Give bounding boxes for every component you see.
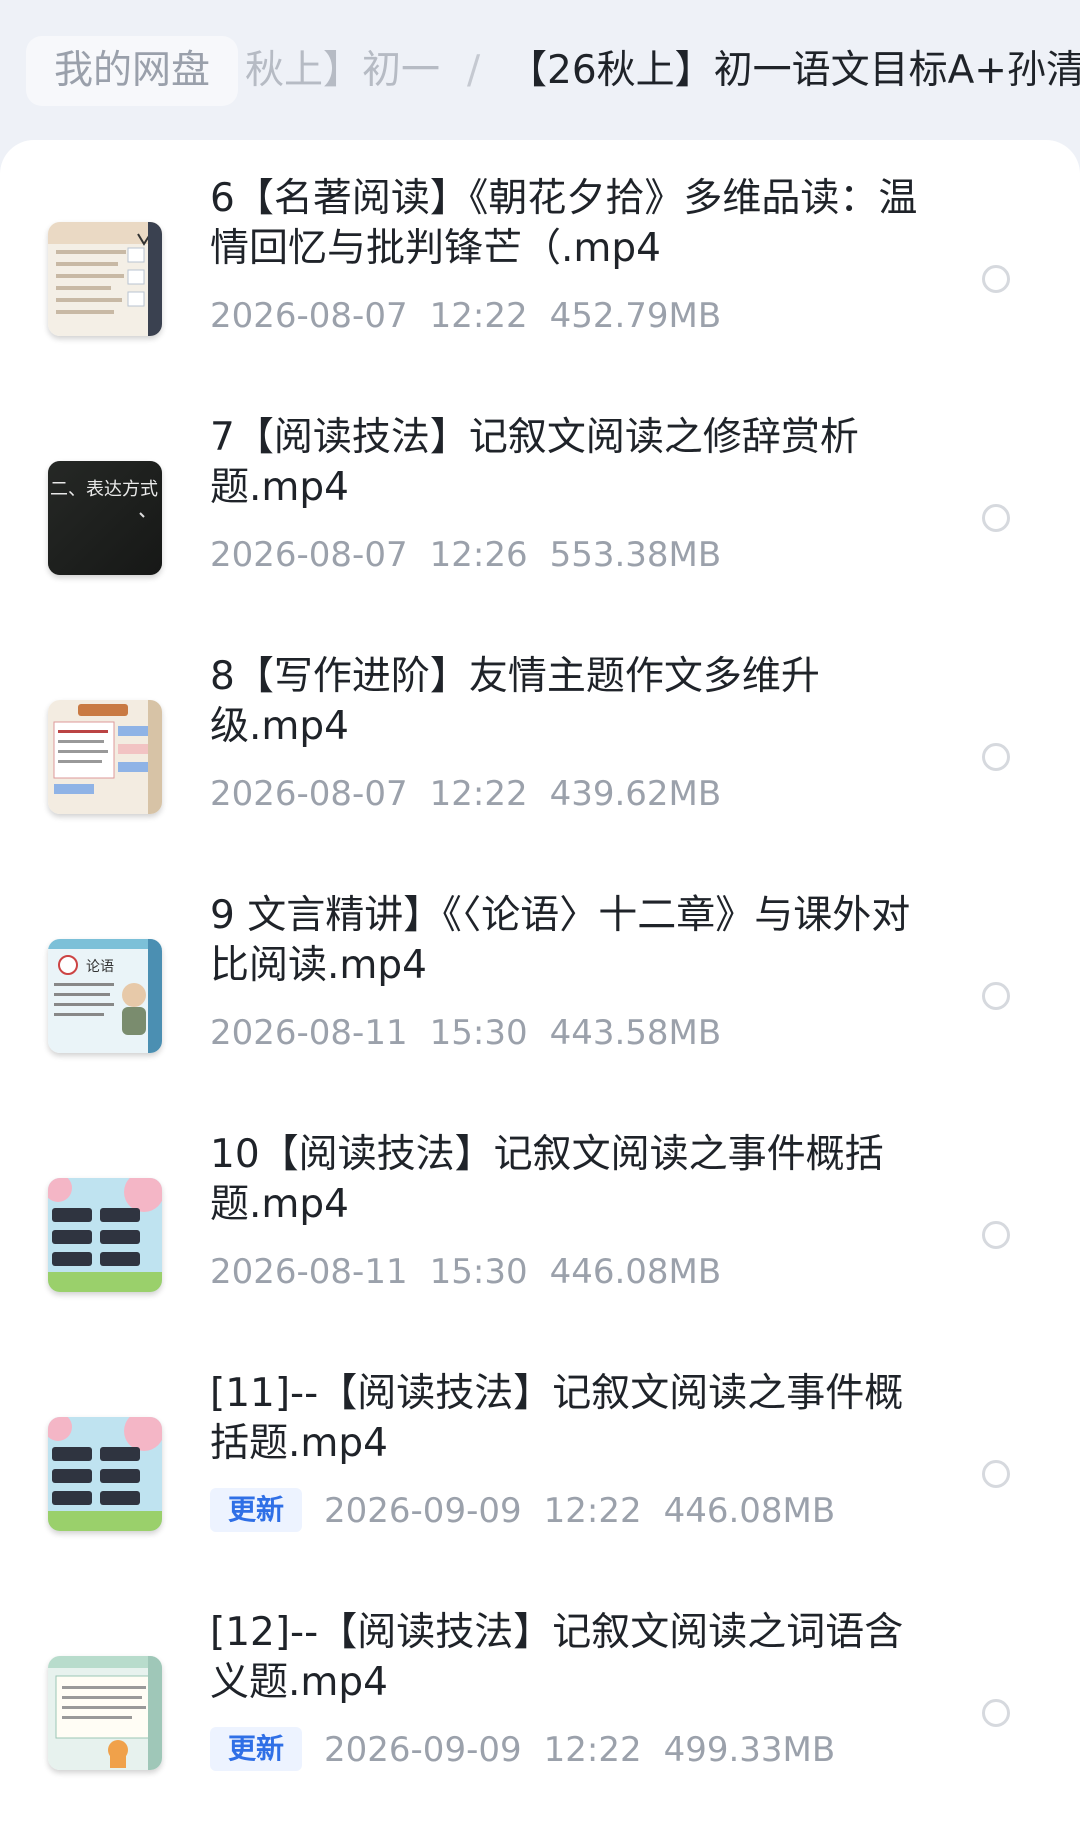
select-radio[interactable]: [982, 504, 1010, 532]
file-time: 15:30: [429, 1252, 528, 1292]
breadcrumb-current-folder: 【26秋上】初一语文目标A+孙清: [508, 48, 1080, 93]
update-badge: 更新: [210, 1488, 303, 1532]
file-name: [12]--【阅读技法】记叙文阅读之词语含义题.mp4: [210, 1610, 904, 1705]
file-list: 6【名著阅读】《朝花夕拾》多维品读：温情回忆与批判锋芒（.mp4 2026-08…: [0, 140, 1080, 1822]
file-row[interactable]: 10【阅读技法】记叙文阅读之事件概括题.mp4 2026-08-11 15:30 4…: [0, 1096, 1080, 1335]
file-meta: 更新 2026-09-09 12:22 499.33MB: [210, 1727, 857, 1773]
file-size: 452.79MB: [549, 296, 722, 336]
breadcrumb-separator: /: [467, 48, 481, 93]
file-size: 439.62MB: [549, 774, 722, 814]
file-row[interactable]: [11]--【阅读技法】记叙文阅读之事件概括题.mp4 更新 2026-09-09…: [0, 1335, 1080, 1574]
file-time: 12:22: [429, 774, 528, 814]
breadcrumb-home[interactable]: 我的网盘: [26, 36, 239, 106]
file-date: 2026-08-07: [210, 296, 408, 336]
video-thumbnail: [48, 1656, 162, 1770]
file-row[interactable]: 论语 9 文言精讲】《〈论语〉十二章》与课外对比阅读.mp4 2026-08-1…: [0, 857, 1080, 1096]
file-size: 443.58MB: [549, 1013, 722, 1053]
file-row[interactable]: [12]--【阅读技法】记叙文阅读之词语含义题.mp4 更新 2026-09-09…: [0, 1574, 1080, 1813]
select-radio[interactable]: [982, 265, 1010, 293]
file-name: 7【阅读技法】记叙文阅读之修辞赏析题.mp4: [210, 415, 859, 510]
file-date: 2026-09-09: [324, 1730, 522, 1770]
file-date: 2026-08-07: [210, 774, 408, 814]
file-meta: 2026-08-07 12:22 452.79MB: [210, 293, 743, 339]
video-thumbnail: 论语: [48, 939, 162, 1053]
file-name: 6【名著阅读】《朝花夕拾》多维品读：温情回忆与批判锋芒（.mp4: [210, 176, 918, 271]
video-thumbnail: [48, 1178, 162, 1292]
select-radio[interactable]: [982, 982, 1010, 1010]
file-name: 9 文言精讲】《〈论语〉十二章》与课外对比阅读.mp4: [210, 893, 911, 988]
select-radio[interactable]: [982, 1460, 1010, 1488]
file-meta: 2026-08-11 15:30 443.58MB: [210, 1010, 743, 1056]
video-thumbnail: 二、表达方式: [48, 461, 162, 575]
file-date: 2026-08-11: [210, 1013, 408, 1053]
file-size: 446.08MB: [663, 1491, 836, 1531]
file-name: [11]--【阅读技法】记叙文阅读之事件概括题.mp4: [210, 1371, 904, 1466]
file-meta: 更新 2026-09-09 12:22 446.08MB: [210, 1488, 857, 1534]
file-meta: 2026-08-07 12:22 439.62MB: [210, 771, 743, 817]
select-radio[interactable]: [982, 743, 1010, 771]
file-date: 2026-09-09: [324, 1491, 522, 1531]
file-row[interactable]: 6【名著阅读】《朝花夕拾》多维品读：温情回忆与批判锋芒（.mp4 2026-08…: [0, 140, 1080, 379]
file-time: 12:22: [429, 296, 528, 336]
select-radio[interactable]: [982, 1221, 1010, 1249]
breadcrumb-parent[interactable]: 秋上】初一: [245, 36, 440, 106]
file-time: 12:26: [429, 535, 528, 575]
file-name: 10【阅读技法】记叙文阅读之事件概括题.mp4: [210, 1132, 884, 1227]
file-name: 8【写作进阶】友情主题作文多维升级.mp4: [210, 654, 820, 749]
file-time: 15:30: [429, 1013, 528, 1053]
breadcrumb: 我的网盘 秋上】初一 / 【26秋上】初一语文目标A+孙清: [0, 0, 1080, 150]
video-thumbnail: [48, 700, 162, 814]
blackboard-text: 二、表达方式: [50, 479, 158, 500]
video-thumbnail: [48, 1417, 162, 1531]
file-row[interactable]: 8【写作进阶】友情主题作文多维升级.mp4 2026-08-07 12:22 439…: [0, 618, 1080, 857]
file-time: 12:22: [543, 1491, 642, 1531]
video-thumbnail: [48, 222, 162, 336]
update-badge: 更新: [210, 1727, 303, 1771]
file-date: 2026-08-07: [210, 535, 408, 575]
file-size: 499.33MB: [663, 1730, 836, 1770]
lunyu-sign-text: 论语: [86, 959, 114, 975]
file-date: 2026-08-11: [210, 1252, 408, 1292]
select-radio[interactable]: [982, 1699, 1010, 1727]
file-meta: 2026-08-11 15:30 446.08MB: [210, 1249, 743, 1295]
file-meta: 2026-08-07 12:26 553.38MB: [210, 532, 743, 578]
file-size: 553.38MB: [549, 535, 722, 575]
file-time: 12:22: [543, 1730, 642, 1770]
file-size: 446.08MB: [549, 1252, 722, 1292]
file-row[interactable]: 二、表达方式 7【阅读技法】记叙文阅读之修辞赏析题.mp4 2026-08-07…: [0, 379, 1080, 618]
